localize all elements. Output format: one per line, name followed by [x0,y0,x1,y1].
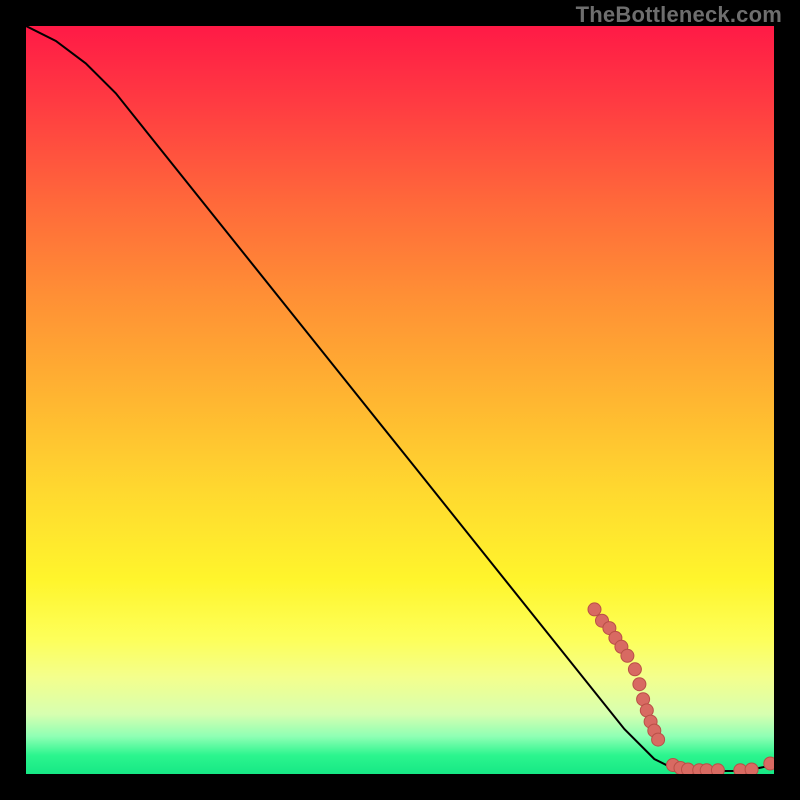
marker-dot [588,603,601,616]
chart-overlay [26,26,774,774]
marker-dot [745,763,758,774]
marker-dot [628,663,641,676]
watermark-text: TheBottleneck.com [576,2,782,28]
marker-dot [621,649,634,662]
marker-group [588,603,774,774]
plot-area [26,26,774,774]
chart-frame: TheBottleneck.com [0,0,800,800]
marker-dot [711,764,724,774]
curve-line [26,26,774,771]
marker-dot [764,757,774,770]
marker-dot [633,678,646,691]
marker-dot [652,733,665,746]
